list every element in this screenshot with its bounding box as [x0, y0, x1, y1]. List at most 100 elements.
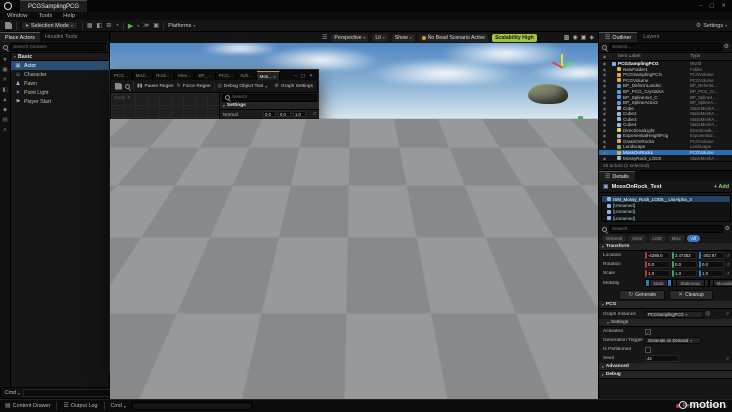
filter-pill[interactable]: Actor [628, 235, 647, 242]
normal-z-field[interactable]: 1.0 [293, 111, 306, 117]
content-drawer-button[interactable]: ▤ Content Drawer [5, 403, 50, 409]
location-x-field[interactable]: -4286.0 [645, 252, 670, 259]
tab-houdini-tools[interactable]: Houdini Tools [40, 32, 82, 42]
outliner-row[interactable]: ◉ PCGSamplingPCG PCGVolume [599, 72, 732, 78]
reset-icon[interactable]: ↺ [312, 120, 316, 126]
place-actor-item[interactable]: ☀ Point Light [11, 88, 109, 97]
output-log-button[interactable]: ☰ Output Log [63, 403, 97, 409]
reset-icon[interactable]: ↺ [726, 253, 730, 259]
filter-pill[interactable]: All [687, 235, 701, 242]
platforms-button[interactable]: Platforms ▾ [168, 23, 195, 29]
visibility-eye-icon[interactable]: ◉ [601, 78, 608, 83]
landscape-mode-icon[interactable]: ▦ [87, 23, 93, 29]
camera-speed-icon[interactable]: ▩ [564, 34, 570, 41]
outliner-row[interactable]: ◉ BP_Spline4x4_C BP_Spline4… [599, 94, 732, 100]
reset-icon[interactable]: ↺ [312, 205, 316, 211]
pcg-maximize-button[interactable]: ▢ [301, 73, 305, 79]
rotation-x-field[interactable]: 0.0 [645, 261, 670, 268]
snap-icon[interactable]: ▣ [581, 34, 587, 41]
reset-icon[interactable]: ↺ [312, 182, 316, 188]
show-button[interactable]: Show ▾ [391, 33, 415, 42]
pcg-graph-canvas[interactable]: Zoom -5 Surface Sampler Transform Points… [111, 93, 219, 286]
scale-y-field[interactable]: 1.0 [672, 270, 697, 277]
visibility-eye-icon[interactable]: ◉ [601, 106, 608, 111]
rotation-z-field[interactable]: 0.0 [699, 261, 724, 268]
cmd-dropdown[interactable]: Cmd ▾ [5, 390, 20, 396]
viewport-menu-icon[interactable]: ☰ [322, 35, 327, 41]
component-row[interactable]: [Unnamed] [602, 215, 730, 221]
maximize-viewport-icon[interactable]: ◈ [589, 34, 594, 41]
debug-object-tool-button[interactable]: ◎ Debug Object Tool ▾ [218, 83, 268, 89]
small-mossy-rock[interactable] [528, 84, 568, 104]
menu-help[interactable]: Help [63, 13, 75, 19]
visibility-eye-icon[interactable]: ◉ [601, 156, 608, 161]
normal-x-field[interactable]: 0.0 [263, 111, 276, 117]
outliner-settings-gear-icon[interactable]: ⚙ [724, 44, 729, 50]
enabled-checkbox[interactable]: ✓ [263, 155, 269, 161]
asset-editor-tab[interactable]: Mod…▾ [133, 71, 154, 80]
location-y-field[interactable]: 3.47353 [672, 252, 697, 259]
save-icon[interactable] [115, 82, 122, 90]
mobility-option[interactable]: Movable [708, 279, 732, 287]
data-filter-combo[interactable]: No data available ▾ [158, 289, 211, 297]
location-z-field[interactable]: -302.97 [699, 252, 724, 259]
is-partitioned-checkbox[interactable] [645, 346, 651, 353]
debug-checkbox[interactable] [263, 164, 269, 170]
menu-tools[interactable]: Tools [39, 13, 53, 19]
scale-x-field[interactable]: 1.0 [645, 270, 670, 277]
graph-settings-button[interactable]: ⚙ Graph Settings [275, 83, 313, 89]
lights-category-icon[interactable]: ☀ [3, 77, 8, 83]
fracture-mode-icon[interactable]: ◔ [115, 23, 119, 29]
unsaved-label[interactable]: 2 Unsaved [232, 365, 255, 370]
skip-button[interactable]: ≫ [143, 23, 149, 29]
geometry-category-icon[interactable]: ▤ [2, 117, 7, 123]
cinematic-category-icon[interactable]: ▲ [2, 97, 7, 103]
rotation-y-field[interactable]: 0.0 [672, 261, 697, 268]
add-component-button[interactable]: + Add [714, 184, 729, 190]
tab-outliner[interactable]: ☰ Outliner [599, 32, 638, 42]
pcg-close-button[interactable]: ✕ [309, 73, 313, 79]
place-actor-item[interactable]: ▣ Actor [11, 61, 109, 70]
cmd-dropdown[interactable]: Cmd ▾ [111, 403, 126, 409]
scalability-button[interactable]: Scalability High [492, 33, 537, 42]
activated-checkbox[interactable]: ✓ [645, 328, 651, 335]
visibility-eye-icon[interactable]: ◉ [601, 61, 608, 66]
effects-category-icon[interactable]: ◆ [3, 107, 7, 113]
lit-button[interactable]: Lit ▾ [372, 33, 388, 42]
transform-section-header[interactable]: ▾ Transform [599, 243, 732, 251]
pcg-minimize-button[interactable]: – [294, 73, 297, 78]
perspective-button[interactable]: Perspective ▾ [331, 33, 369, 42]
close-button[interactable]: ✕ [721, 3, 726, 9]
outliner-row[interactable]: ◉ ExponentialHeightFog Exponential… [599, 133, 732, 139]
pcg-node[interactable]: Static Mesh Spawner [197, 165, 217, 180]
visibility-eye-icon[interactable]: ◉ [601, 139, 608, 144]
play-options-caret[interactable]: ▾ [137, 23, 139, 28]
visibility-eye-icon[interactable]: ◉ [601, 111, 608, 116]
attr-pin-icon[interactable]: ⊞ [122, 290, 127, 296]
asset-editor-tab[interactable]: Rock…▾ [153, 71, 176, 80]
menu-window[interactable]: Window [7, 13, 28, 19]
outliner-row[interactable]: ◉ Cube2 StaticMeshA… [599, 111, 732, 117]
asset-editor-tab[interactable]: Mes…▾ [175, 71, 196, 80]
settings-button[interactable]: ⚙ Settings ▾ [696, 23, 727, 29]
transform-gizmo[interactable] [550, 54, 574, 78]
pcg-node[interactable]: Transform Points [155, 172, 191, 188]
filter-pill[interactable]: Misc [667, 235, 686, 242]
reset-icon[interactable]: ↺ [725, 311, 729, 317]
outliner-row[interactable]: ◉ Cube4 StaticMeshA… [599, 122, 732, 128]
density-mode-combo[interactable]: Set ▾ [263, 137, 293, 145]
asset-editor-tab[interactable]: PCG…▾ [111, 71, 133, 80]
pause-regen-button[interactable]: ▮▮ Pause Regen [137, 83, 174, 89]
generate-button[interactable]: ↻ Generate [619, 289, 666, 300]
reset-icon[interactable]: ↺ [726, 262, 730, 268]
visibility-eye-icon[interactable]: ◉ [601, 83, 608, 88]
filter-pill[interactable]: General [602, 235, 627, 242]
advanced-section-header[interactable]: ▸ Advanced [599, 363, 732, 371]
details-settings-gear-icon[interactable]: ⚙ [725, 226, 730, 232]
generation-trigger-combo[interactable]: Generate on Demand ▾ [645, 337, 701, 344]
stop-button[interactable]: ▣ [153, 23, 159, 29]
graph-instance-combo[interactable]: PCGSamplingPCG ▾ [645, 310, 703, 318]
pcg-details-search-input[interactable] [232, 95, 314, 100]
reset-icon[interactable]: ↺ [312, 194, 316, 200]
asset-editor-tab[interactable]: Mos… ▾ [256, 71, 280, 80]
